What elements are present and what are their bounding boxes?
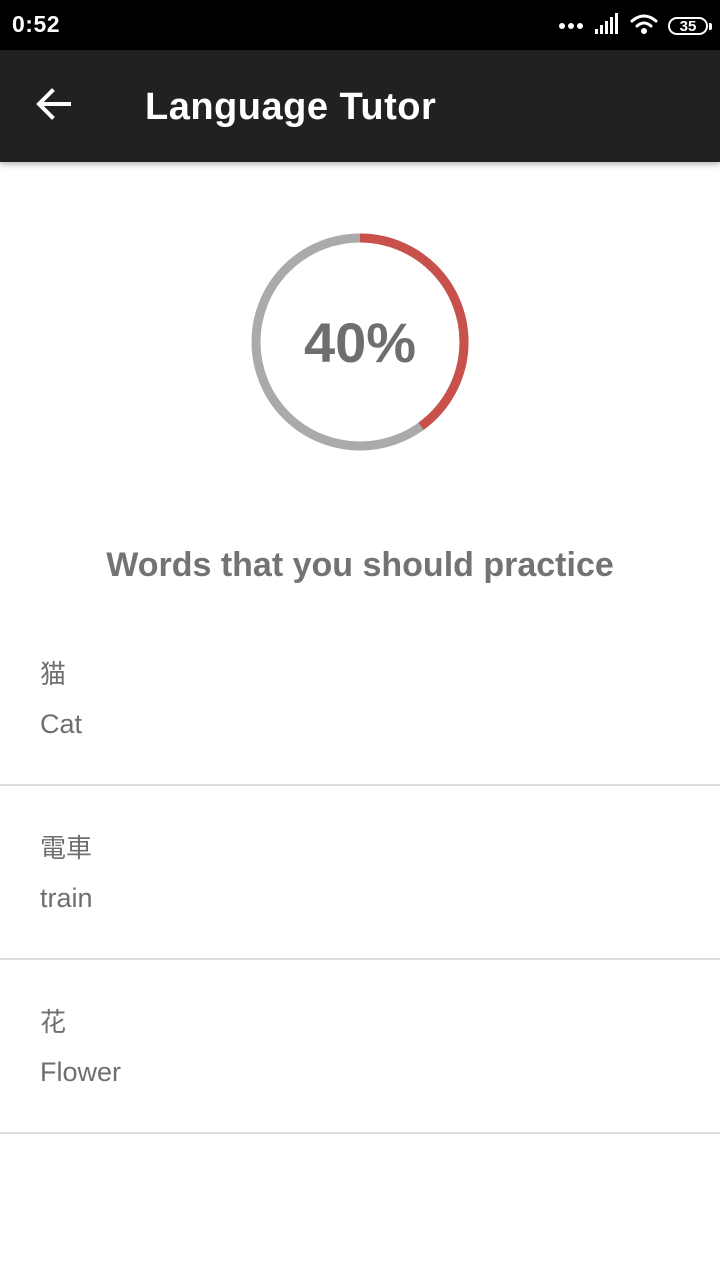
word-native: 電車 — [40, 834, 93, 864]
arrow-left-icon — [36, 87, 72, 125]
progress-ring: 40% — [251, 233, 469, 451]
progress-percent: 40% — [303, 310, 417, 374]
app-bar: Language Tutor — [0, 50, 720, 162]
more-dots-icon — [558, 17, 584, 35]
back-button[interactable] — [24, 76, 84, 136]
word-list-item[interactable]: 電車 train — [0, 786, 720, 960]
signal-icon — [594, 12, 620, 40]
app-title: Language Tutor — [145, 86, 437, 128]
battery-icon: 35 — [668, 17, 712, 35]
status-icons: 35 — [558, 12, 712, 40]
word-list-item[interactable]: 花 Flower — [0, 960, 720, 1134]
status-bar: 0:52 35 — [0, 0, 720, 50]
wifi-icon — [630, 13, 658, 40]
word-translation: train — [40, 883, 93, 913]
battery-level: 35 — [679, 17, 697, 35]
word-native: 花 — [40, 1008, 67, 1038]
word-native: 猫 — [40, 660, 67, 690]
status-time: 0:52 — [12, 11, 61, 37]
practice-heading: Words that you should practice — [106, 546, 614, 584]
word-list-item[interactable]: 猫 Cat — [0, 612, 720, 786]
word-list: 猫 Cat 電車 train 花 Flower — [0, 612, 720, 1134]
word-translation: Flower — [40, 1057, 122, 1087]
word-translation: Cat — [40, 709, 83, 739]
battery-tip — [709, 23, 712, 30]
